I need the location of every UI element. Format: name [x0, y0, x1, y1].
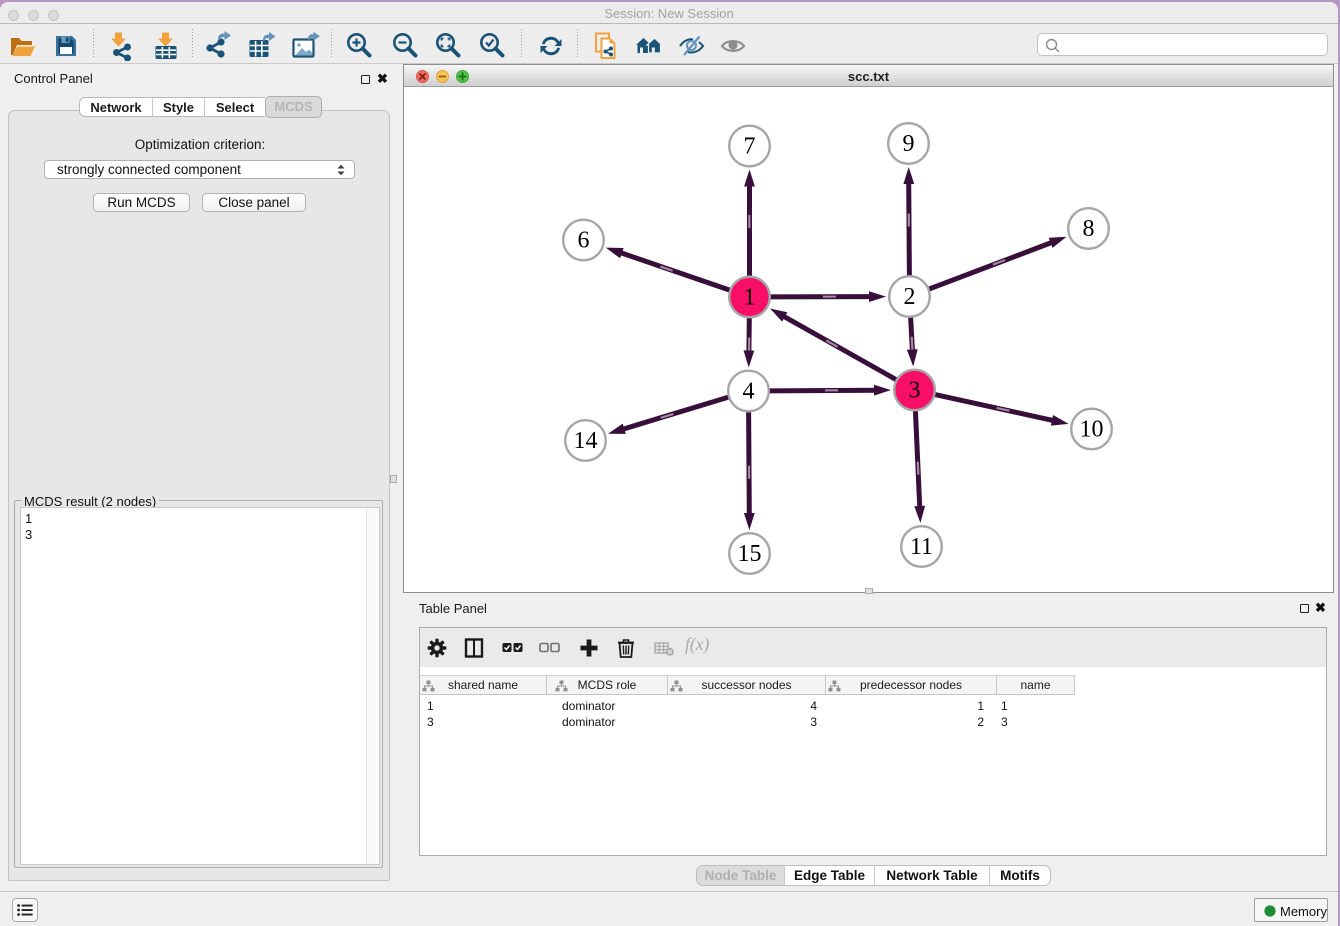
svg-text:1: 1 — [744, 285, 756, 311]
svg-text:15: 15 — [738, 541, 762, 567]
svg-text:2: 2 — [904, 284, 916, 310]
svg-text:9: 9 — [903, 131, 915, 157]
svg-text:11: 11 — [910, 534, 933, 560]
svg-text:3: 3 — [909, 378, 921, 404]
svg-text:6: 6 — [578, 228, 590, 254]
svg-text:10: 10 — [1080, 417, 1104, 443]
svg-text:7: 7 — [744, 134, 756, 160]
svg-text:14: 14 — [574, 428, 598, 454]
svg-text:8: 8 — [1083, 216, 1095, 242]
svg-text:4: 4 — [743, 379, 755, 405]
